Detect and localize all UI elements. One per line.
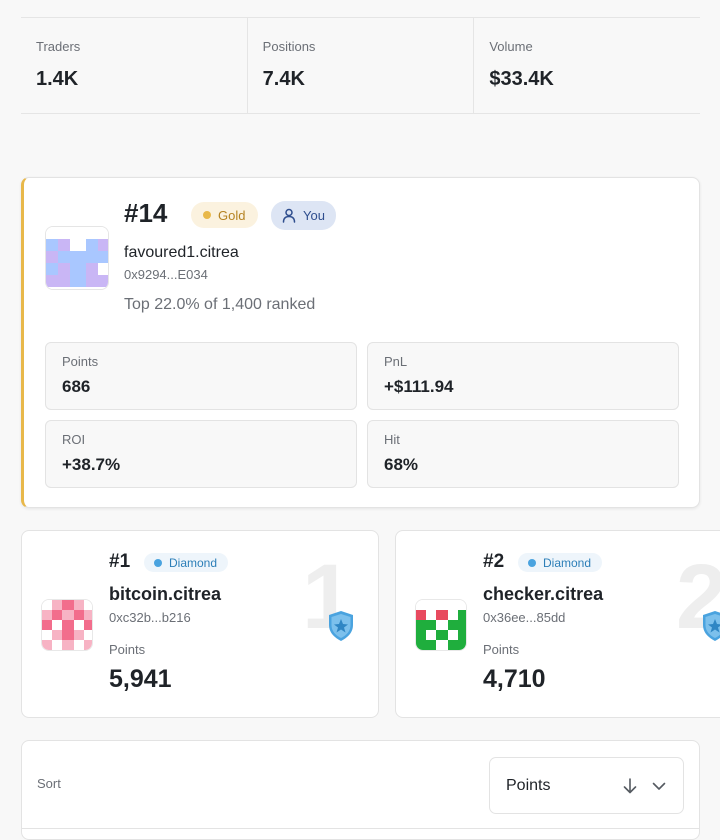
tier-label: Diamond xyxy=(169,555,218,570)
wallet-address: 0x9294...E034 xyxy=(124,267,208,282)
points-value: 4,710 xyxy=(483,665,546,693)
metric-pnl: PnL +$111.94 xyxy=(367,342,679,410)
metric-label: Points xyxy=(62,354,99,369)
tier-label: Gold xyxy=(218,207,246,223)
chevron-down-icon[interactable] xyxy=(651,778,667,794)
tier-badge: Diamond xyxy=(518,553,603,572)
tier-badge: Diamond xyxy=(144,553,229,572)
leader-card-2[interactable]: 2 #2 Diamond check xyxy=(395,530,720,718)
my-rank-card[interactable]: #14 Gold You favoured1.citrea 0x9294...E… xyxy=(21,177,700,508)
diamond-shield-icon xyxy=(703,611,720,641)
wallet-address: 0x36ee...85dd xyxy=(483,610,566,625)
avatar xyxy=(41,599,93,651)
stat-traders: Traders 1.4K xyxy=(21,18,248,113)
tier-dot-icon xyxy=(154,558,162,567)
stat-label: Traders xyxy=(36,39,81,54)
rank-number: #2 xyxy=(483,551,505,572)
metric-label: PnL xyxy=(384,354,408,369)
stats-strip: Traders 1.4K Positions 7.4K Volume $33.4… xyxy=(21,17,700,114)
points-value: 5,941 xyxy=(109,665,172,693)
metric-points: Points 686 xyxy=(45,342,357,410)
avatar xyxy=(45,226,109,290)
user-name: favoured1.citrea xyxy=(124,244,239,261)
rank-number: #1 xyxy=(109,551,131,572)
tier-dot-icon xyxy=(528,558,536,567)
stat-volume: Volume $33.4K xyxy=(474,18,700,113)
rank-number: #14 xyxy=(124,198,168,228)
metric-value: 686 xyxy=(62,377,91,396)
percentile-text: Top 22.0% of 1,400 ranked xyxy=(124,296,316,313)
arrow-down-icon[interactable] xyxy=(621,777,639,795)
identicon-icon xyxy=(416,600,466,650)
you-label: You xyxy=(303,208,325,223)
wallet-address: 0xc32b...b216 xyxy=(109,610,191,625)
stat-label: Volume xyxy=(489,39,533,54)
metric-label: Hit xyxy=(384,432,400,447)
points-label: Points xyxy=(483,642,520,657)
metric-hit: Hit 68% xyxy=(367,420,679,488)
stat-positions: Positions 7.4K xyxy=(248,18,475,113)
sort-label: Sort xyxy=(37,776,61,791)
metric-value: +$111.94 xyxy=(384,377,454,396)
sort-select[interactable]: Points xyxy=(489,757,684,814)
stat-value: 7.4K xyxy=(262,68,305,90)
stat-value: 1.4K xyxy=(36,68,79,90)
points-label: Points xyxy=(109,642,146,657)
metric-roi: ROI +38.7% xyxy=(45,420,357,488)
tier-dot-icon xyxy=(203,211,211,219)
leader-card-1[interactable]: 1 #1 Diamond bitcoin.citrea 0xc32b...b21… xyxy=(21,530,379,718)
tier-label: Diamond xyxy=(543,555,592,570)
user-name: bitcoin.citrea xyxy=(109,584,222,604)
divider xyxy=(22,828,699,829)
metric-label: ROI xyxy=(62,432,86,447)
stat-label: Positions xyxy=(262,39,316,54)
identicon-icon xyxy=(46,227,108,289)
user-name: checker.citrea xyxy=(483,584,604,604)
sort-bar: Sort Points xyxy=(21,740,700,840)
avatar xyxy=(415,599,467,651)
sort-value: Points xyxy=(506,776,551,794)
user-icon xyxy=(282,208,296,223)
tier-badge: Gold xyxy=(191,202,259,228)
you-badge: You xyxy=(271,201,336,230)
stat-value: $33.4K xyxy=(489,68,554,90)
identicon-icon xyxy=(42,600,92,650)
metric-value: 68% xyxy=(384,455,419,474)
metric-value: +38.7% xyxy=(62,455,121,474)
diamond-shield-icon xyxy=(329,611,353,641)
